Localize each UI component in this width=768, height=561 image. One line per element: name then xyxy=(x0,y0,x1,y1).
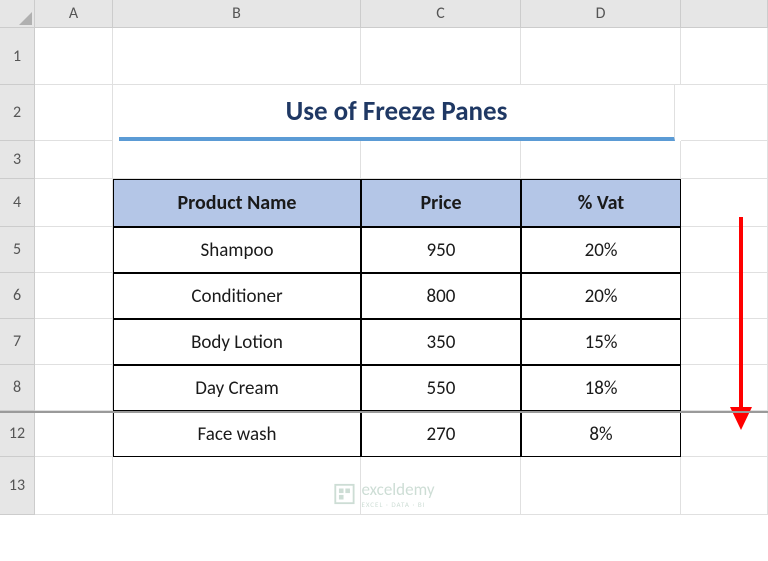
row-header-3[interactable]: 3 xyxy=(0,141,35,179)
watermark: exceldemy EXCEL · DATA · BI xyxy=(333,479,434,509)
table-row[interactable]: Body Lotion xyxy=(113,319,361,365)
cell[interactable] xyxy=(361,141,521,179)
table-row[interactable]: 8% xyxy=(521,411,681,457)
cell[interactable] xyxy=(35,227,113,273)
table-row[interactable]: 18% xyxy=(521,365,681,411)
cell[interactable] xyxy=(35,28,113,85)
table-row[interactable]: 20% xyxy=(521,273,681,319)
row-header-4[interactable]: 4 xyxy=(0,179,35,227)
cell[interactable] xyxy=(35,273,113,319)
select-all-corner[interactable] xyxy=(0,0,35,28)
cell[interactable] xyxy=(681,85,768,141)
cell[interactable] xyxy=(681,411,768,457)
cell[interactable] xyxy=(35,319,113,365)
cell[interactable] xyxy=(681,273,768,319)
cell[interactable] xyxy=(35,141,113,179)
row-header-6[interactable]: 6 xyxy=(0,273,35,319)
freeze-pane-divider xyxy=(0,411,768,413)
col-header-a[interactable]: A xyxy=(35,0,113,28)
page-title: Use of Freeze Panes xyxy=(119,85,675,141)
cell[interactable] xyxy=(521,28,681,85)
row-header-7[interactable]: 7 xyxy=(0,319,35,365)
col-header-c[interactable]: C xyxy=(361,0,521,28)
row-header-12[interactable]: 12 xyxy=(0,411,35,457)
table-row[interactable]: Conditioner xyxy=(113,273,361,319)
row-header-8[interactable]: 8 xyxy=(0,365,35,411)
cell[interactable] xyxy=(681,28,768,85)
cell[interactable] xyxy=(35,411,113,457)
cell[interactable] xyxy=(113,457,361,515)
cell[interactable] xyxy=(681,227,768,273)
cell[interactable] xyxy=(361,28,521,85)
cell[interactable] xyxy=(681,365,768,411)
table-row[interactable]: 270 xyxy=(361,411,521,457)
cell[interactable] xyxy=(521,457,681,515)
table-row[interactable]: 550 xyxy=(361,365,521,411)
cell[interactable] xyxy=(35,457,113,515)
table-row[interactable]: 20% xyxy=(521,227,681,273)
table-header-product[interactable]: Product Name xyxy=(113,179,361,227)
watermark-name: exceldemy xyxy=(361,479,434,500)
cell[interactable] xyxy=(681,141,768,179)
col-header-blank xyxy=(681,0,768,28)
cell[interactable] xyxy=(35,179,113,227)
cell[interactable] xyxy=(35,85,113,141)
table-row[interactable]: 950 xyxy=(361,227,521,273)
cell[interactable] xyxy=(681,457,768,515)
table-row[interactable]: Shampoo xyxy=(113,227,361,273)
cell[interactable] xyxy=(521,141,681,179)
cell[interactable] xyxy=(113,28,361,85)
cell[interactable] xyxy=(113,141,361,179)
watermark-tagline: EXCEL · DATA · BI xyxy=(361,500,434,509)
row-header-1[interactable]: 1 xyxy=(0,28,35,85)
table-row[interactable]: 15% xyxy=(521,319,681,365)
row-header-13[interactable]: 13 xyxy=(0,457,35,515)
col-header-b[interactable]: B xyxy=(113,0,361,28)
row-header-5[interactable]: 5 xyxy=(0,227,35,273)
table-row[interactable]: Face wash xyxy=(113,411,361,457)
table-header-vat[interactable]: % Vat xyxy=(521,179,681,227)
cell[interactable] xyxy=(35,365,113,411)
col-header-d[interactable]: D xyxy=(521,0,681,28)
cell[interactable] xyxy=(681,179,768,227)
cell[interactable] xyxy=(681,319,768,365)
table-row[interactable]: 350 xyxy=(361,319,521,365)
row-header-2[interactable]: 2 xyxy=(0,85,35,141)
spreadsheet-grid: A B C D 1 2 Use of Freeze Panes 3 4 Prod… xyxy=(0,0,768,515)
table-row[interactable]: 800 xyxy=(361,273,521,319)
table-header-price[interactable]: Price xyxy=(361,179,521,227)
table-row[interactable]: Day Cream xyxy=(113,365,361,411)
